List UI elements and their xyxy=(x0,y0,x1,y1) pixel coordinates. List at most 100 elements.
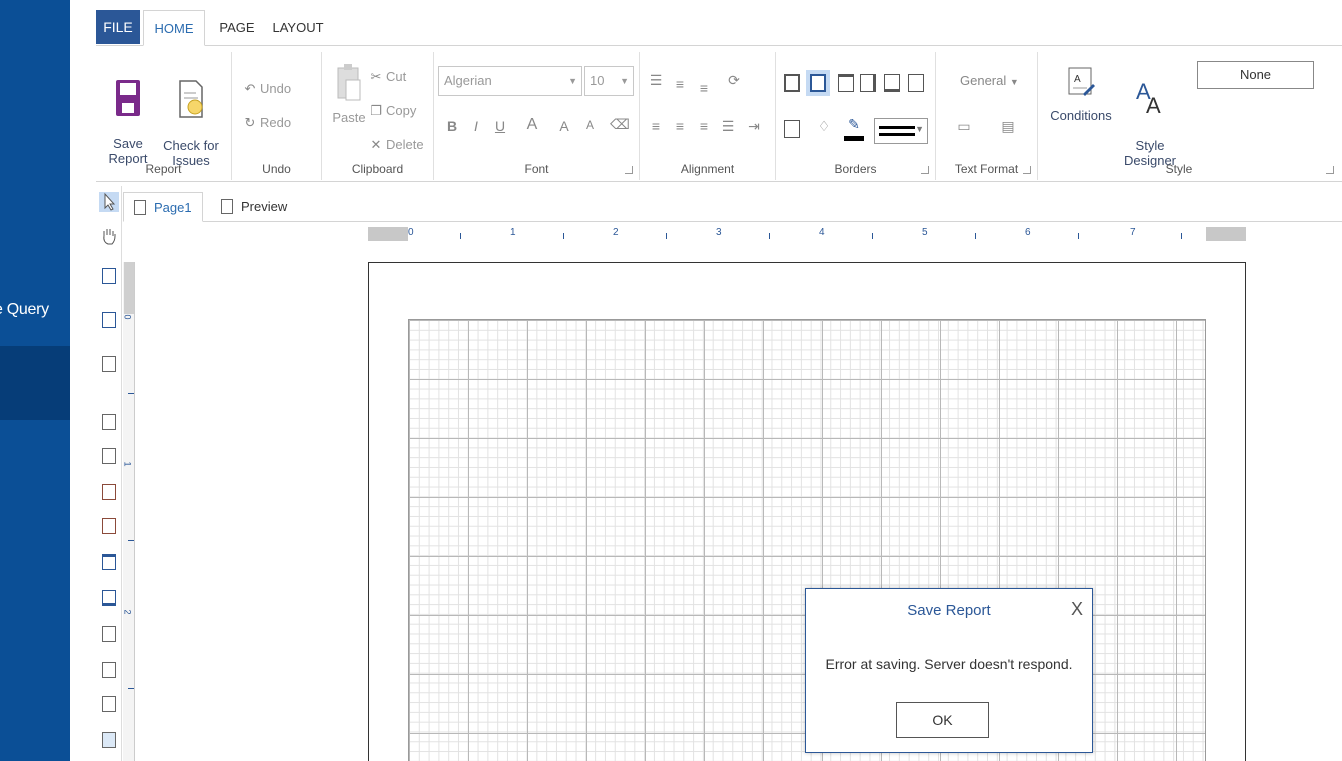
style-designer-button[interactable]: A A Style Designer xyxy=(1118,60,1182,168)
tab-file[interactable]: FILE xyxy=(96,10,140,44)
pointer-tool[interactable] xyxy=(99,192,119,212)
pan-tool[interactable] xyxy=(99,226,119,246)
image-field-tool[interactable] xyxy=(99,482,119,502)
textformat-dialog-launcher-icon[interactable] xyxy=(1023,166,1031,174)
border-style-select[interactable]: ▼ xyxy=(874,118,928,144)
border-outline-icon[interactable] xyxy=(784,120,800,138)
text-format-select[interactable]: General ▼ xyxy=(960,70,1019,92)
redo-button[interactable]: ↻ Redo xyxy=(242,112,292,134)
border-top-icon[interactable] xyxy=(838,74,854,92)
border-all-icon[interactable] xyxy=(784,74,800,92)
delete-icon: ✕ xyxy=(370,137,382,152)
close-icon[interactable]: X xyxy=(1071,599,1083,620)
font-size-select[interactable]: 10 ▼ xyxy=(584,66,634,96)
nav-item-active[interactable] xyxy=(0,346,70,420)
style-designer-icon: A A xyxy=(1136,79,1161,118)
group-font-label: Font xyxy=(524,162,549,176)
vertical-ruler-scroll[interactable] xyxy=(124,262,134,314)
pointer-icon xyxy=(104,192,116,211)
vruler-label-0: 0 xyxy=(122,314,133,320)
italic-button[interactable]: I xyxy=(466,118,486,134)
check-issues-button[interactable]: Check for Issues xyxy=(156,64,226,168)
ok-button[interactable]: OK xyxy=(896,702,989,738)
paste-button[interactable]: Paste xyxy=(324,62,374,125)
undo-label: Undo xyxy=(260,81,292,96)
nav-item-query[interactable]: e Query xyxy=(0,296,64,324)
clear-format-icon[interactable]: ⌫ xyxy=(610,116,630,133)
border-right-icon[interactable] xyxy=(860,74,876,92)
style-dialog-launcher-icon[interactable] xyxy=(1326,166,1334,174)
cut-button[interactable]: ✂ Cut xyxy=(368,66,407,88)
word-wrap-icon[interactable]: ⇥ xyxy=(744,118,764,135)
hruler-tick xyxy=(1181,233,1182,239)
tab-page[interactable]: PAGE xyxy=(213,10,261,46)
checkbox-tool[interactable] xyxy=(99,660,119,680)
horizontal-ruler: 0 1 2 3 4 5 6 7 xyxy=(368,227,1246,241)
group-clipboard-label: Clipboard xyxy=(351,162,404,176)
tab-layout[interactable]: LAYOUT xyxy=(268,10,328,46)
table-tool[interactable] xyxy=(99,624,119,644)
font-family-value: Algerian xyxy=(444,73,492,88)
shrink-font-button[interactable]: A xyxy=(580,118,600,132)
hruler-tick xyxy=(460,233,461,239)
tab-preview[interactable]: Preview xyxy=(211,192,301,222)
tab-page1[interactable]: Page1 xyxy=(123,192,203,222)
fill-color-icon[interactable]: ♢ xyxy=(814,118,834,135)
align-justify-icon[interactable]: ☰ xyxy=(718,118,738,135)
vruler-tick xyxy=(128,688,134,689)
copy-button[interactable]: ❐ Copy xyxy=(368,100,416,122)
font-dialog-launcher-icon[interactable] xyxy=(625,166,633,174)
align-middle-icon[interactable]: ≡ xyxy=(670,76,690,92)
page-icon xyxy=(134,200,146,215)
band-report-tool[interactable] xyxy=(99,266,119,286)
band-data-tool[interactable] xyxy=(99,354,119,374)
font-color-button[interactable]: A xyxy=(522,116,542,134)
group-font: Algerian ▼ 10 ▼ B I U A A A ⌫ Font xyxy=(434,52,640,180)
richtext-tool[interactable] xyxy=(99,446,119,466)
delete-button[interactable]: ✕ Delete xyxy=(368,134,424,156)
group-report-label: Report xyxy=(145,162,182,176)
border-color-icon[interactable]: ✎ xyxy=(844,116,864,133)
bold-button[interactable]: B xyxy=(442,118,462,134)
panel-tool[interactable] xyxy=(99,552,119,572)
border-bottom-icon[interactable] xyxy=(884,74,900,92)
style-gallery-item[interactable]: None xyxy=(1197,61,1314,89)
hruler-tick xyxy=(975,233,976,239)
hand-icon xyxy=(103,229,116,245)
format-money-icon[interactable]: ▭ xyxy=(954,118,974,135)
hruler-tick xyxy=(769,233,770,239)
font-family-select[interactable]: Algerian ▼ xyxy=(438,66,582,96)
save-report-button[interactable]: Save Report xyxy=(104,64,152,166)
hruler-tick xyxy=(872,233,873,239)
label-tool[interactable] xyxy=(99,516,119,536)
textbox-tool[interactable] xyxy=(99,694,119,714)
underline-button[interactable]: U xyxy=(490,118,510,134)
hruler-tick xyxy=(666,233,667,239)
copy-label: Copy xyxy=(386,103,417,118)
document-tabs: Page1 Preview xyxy=(123,186,1342,222)
align-bottom-icon[interactable]: ≡ xyxy=(694,80,714,96)
image-tool[interactable] xyxy=(99,730,119,750)
text-tool[interactable] xyxy=(99,412,119,432)
vruler-label-2: 2 xyxy=(122,609,133,615)
group-textformat-label: Text Format xyxy=(954,162,1019,176)
border-none-icon[interactable] xyxy=(908,74,924,92)
undo-button[interactable]: ↶ Undo xyxy=(242,78,292,100)
tab-home[interactable]: HOME xyxy=(143,10,205,46)
rotate-text-icon[interactable]: ⟳ xyxy=(724,72,744,89)
format-percent-icon[interactable]: ▤ xyxy=(998,118,1018,135)
conditions-icon: A xyxy=(1068,67,1095,96)
align-top-icon[interactable]: ☰ xyxy=(646,72,666,89)
align-center-icon[interactable]: ≡ xyxy=(670,118,690,134)
align-right-icon[interactable]: ≡ xyxy=(694,118,714,134)
borders-dialog-launcher-icon[interactable] xyxy=(921,166,929,174)
container-tool[interactable] xyxy=(99,588,119,608)
band-page-tool[interactable] xyxy=(99,310,119,330)
paste-icon xyxy=(337,64,361,101)
ribbon-home: Save Report Check for Issues Report ↶ Und… xyxy=(96,46,1342,182)
align-left-icon[interactable]: ≡ xyxy=(646,118,666,134)
border-left-icon[interactable] xyxy=(806,70,830,96)
hruler-label-6: 6 xyxy=(1025,227,1031,238)
grow-font-button[interactable]: A xyxy=(554,118,574,134)
conditions-button[interactable]: A Conditions xyxy=(1046,64,1116,123)
